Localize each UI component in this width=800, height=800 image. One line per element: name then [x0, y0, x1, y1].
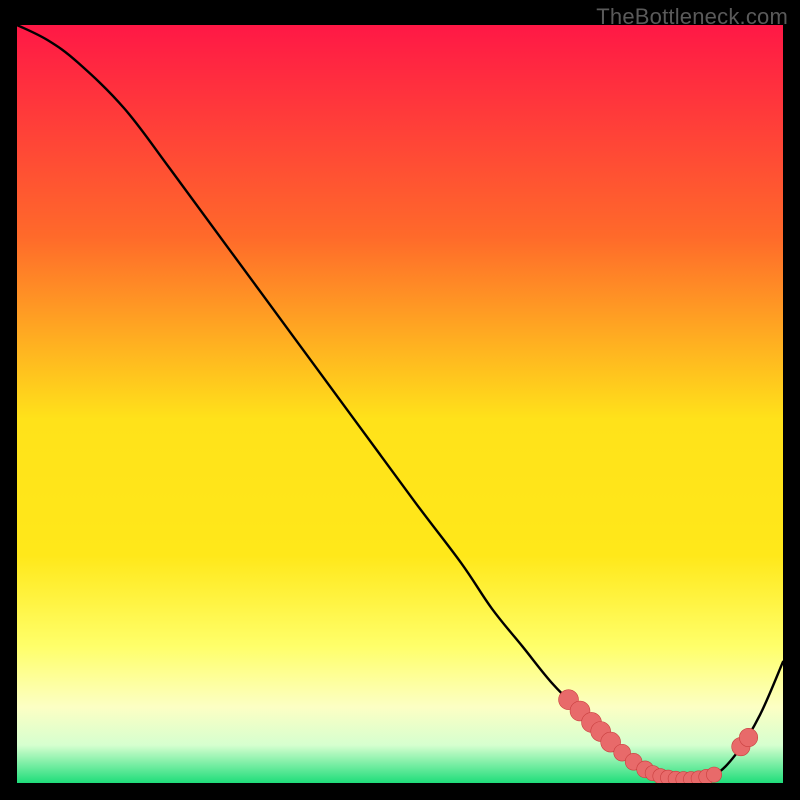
curve-marker [739, 728, 757, 746]
gradient-background [17, 25, 783, 783]
chart-svg [17, 25, 783, 783]
curve-marker [706, 767, 721, 782]
watermark-text: TheBottleneck.com [596, 4, 788, 30]
plot-area [17, 25, 783, 783]
chart-stage: TheBottleneck.com [0, 0, 800, 800]
